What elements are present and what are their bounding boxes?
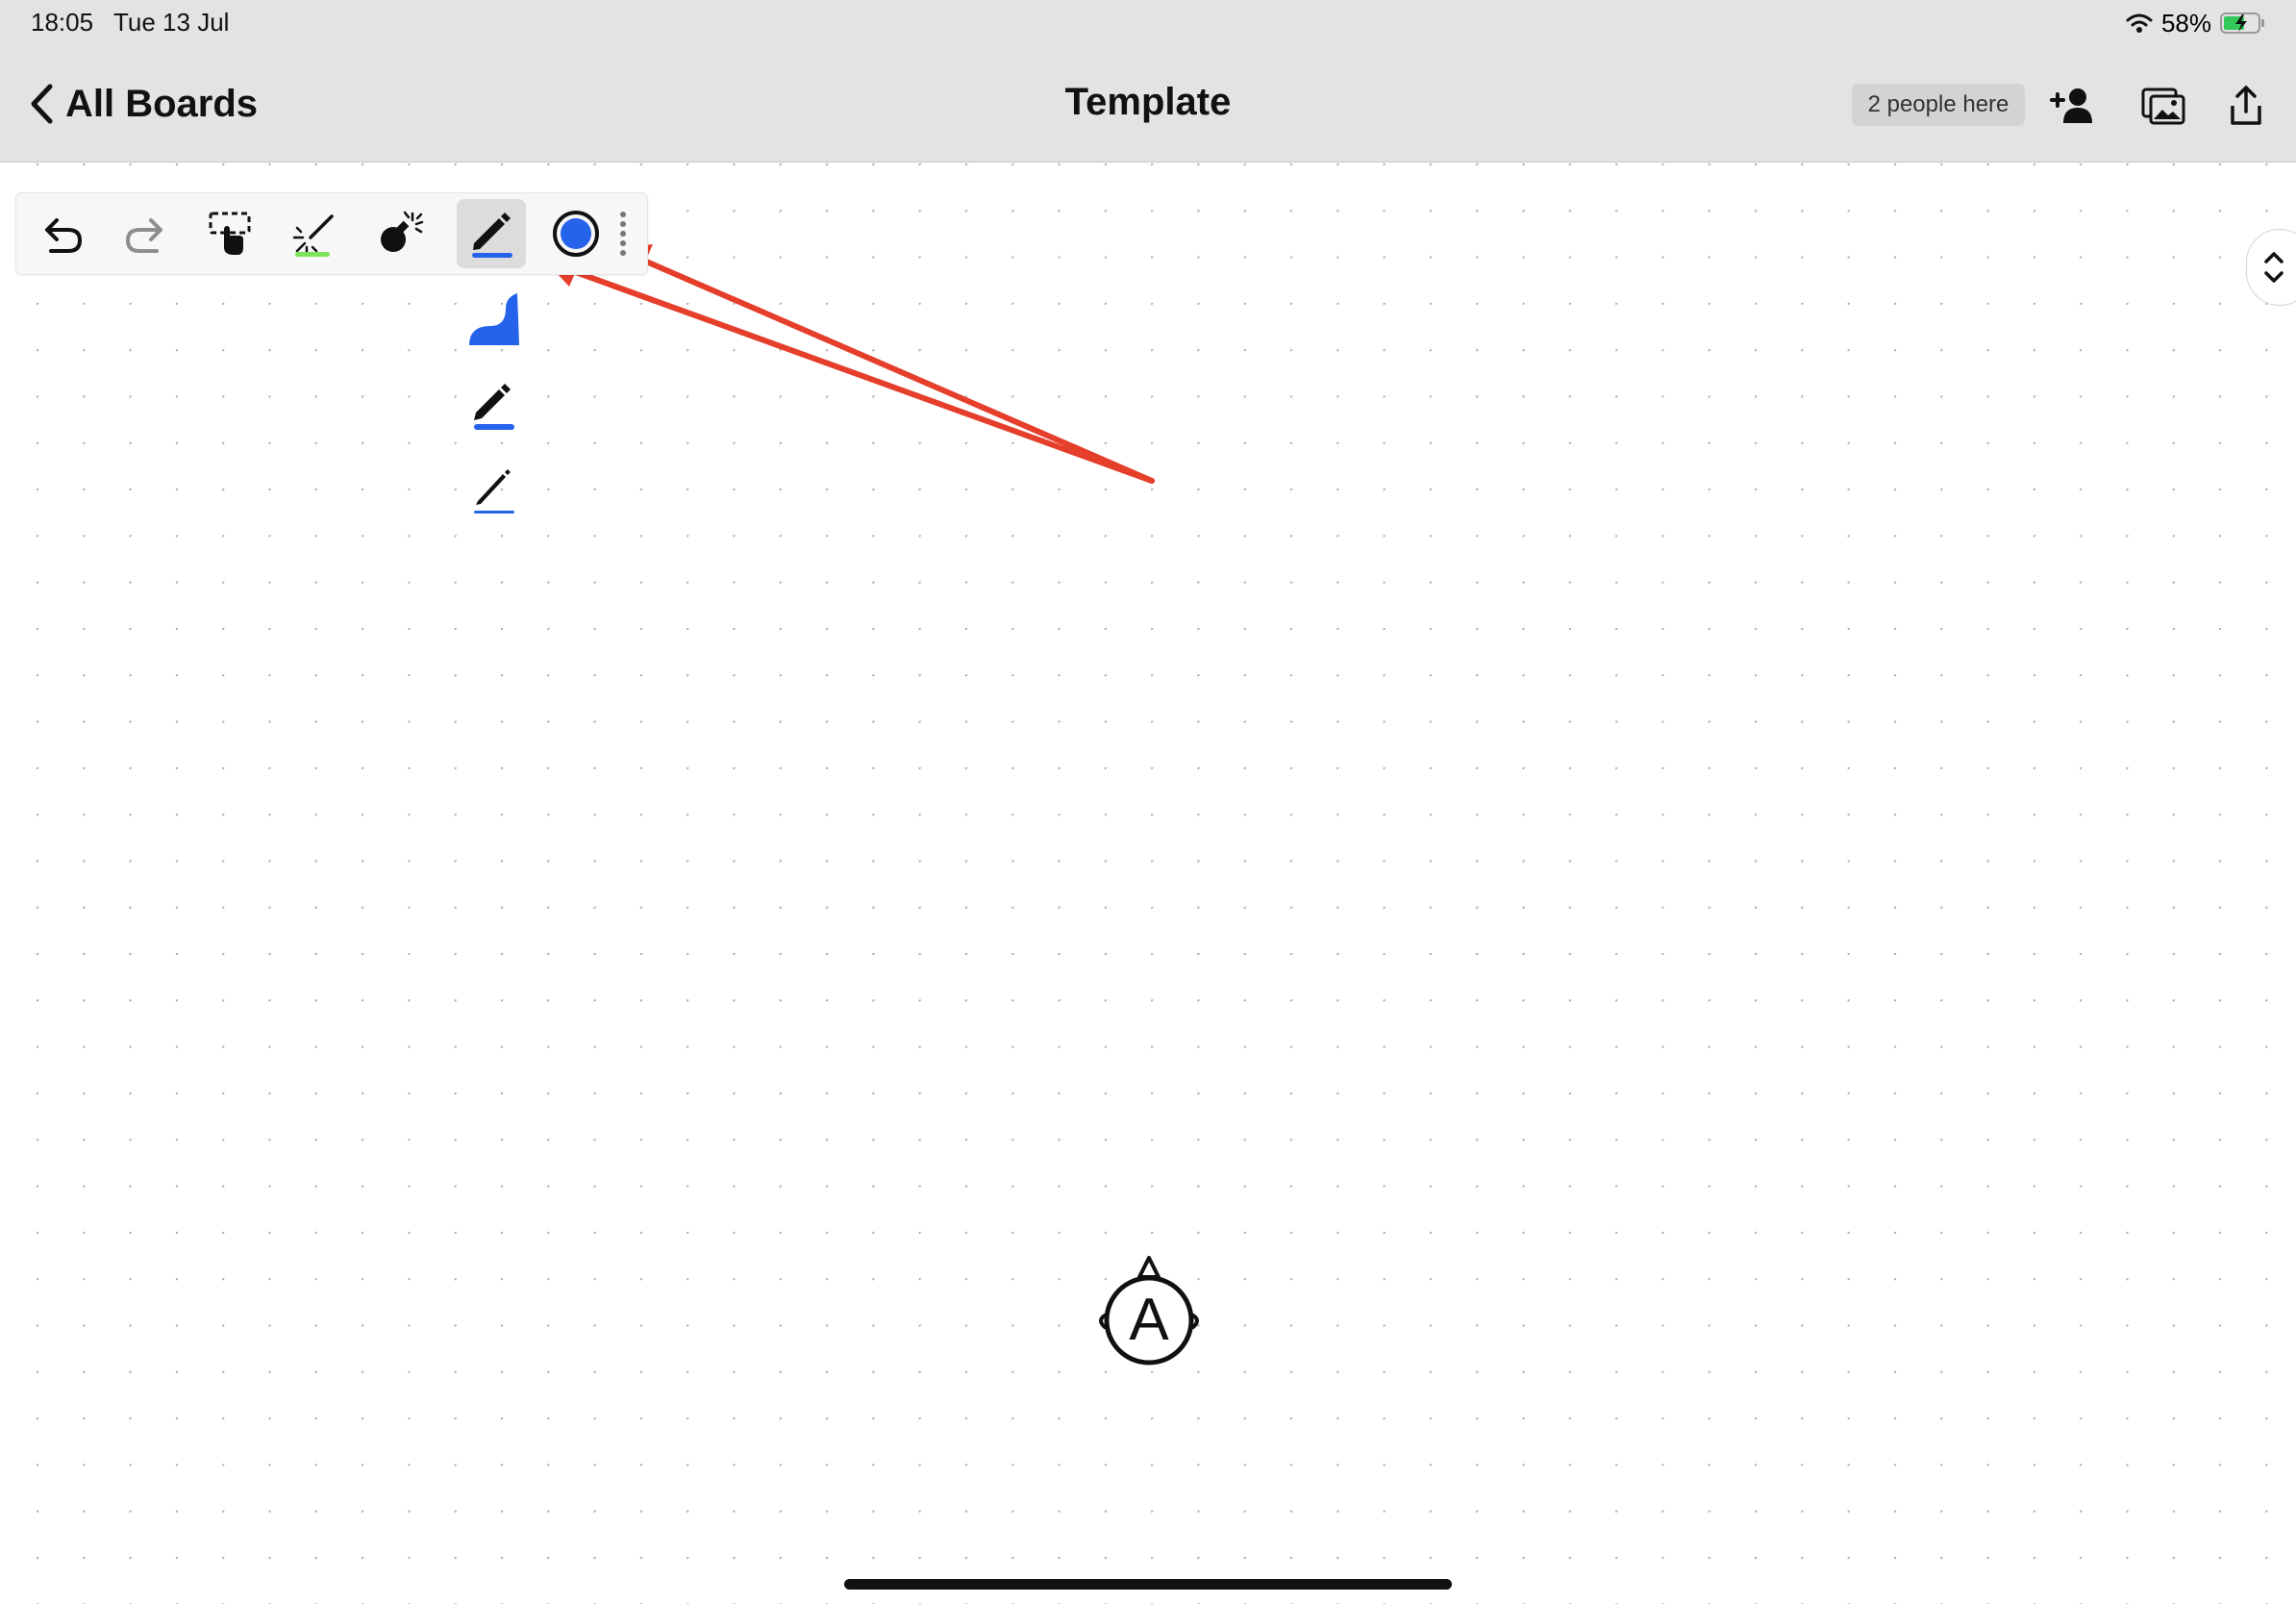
chevron-left-icon <box>31 84 53 124</box>
status-time: 18:05 <box>31 8 94 37</box>
fountain-pen-stroke-icon <box>469 293 519 345</box>
laser-pointer-icon <box>292 214 334 257</box>
redo-icon <box>125 218 162 253</box>
laser-pointer-button[interactable] <box>280 199 349 268</box>
people-badge[interactable]: 2 people here <box>1852 84 2025 126</box>
share-icon <box>2231 86 2261 125</box>
share-button[interactable] <box>2221 81 2271 131</box>
marker-stroke-icon <box>474 384 514 430</box>
lasso-select-button[interactable] <box>195 199 264 268</box>
status-date: Tue 13 Jul <box>113 8 230 37</box>
wifi-icon <box>2126 13 2153 33</box>
stroke-option-fountain[interactable] <box>460 285 527 352</box>
battery-percent: 58% <box>2160 8 2211 38</box>
color-picker-icon <box>553 211 599 257</box>
image-library-icon <box>2141 88 2185 125</box>
bomb-icon <box>381 211 424 252</box>
chevron-up-down-icon <box>2264 252 2284 283</box>
undo-icon <box>45 218 83 253</box>
stroke-option-fine[interactable] <box>460 456 527 523</box>
color-picker-button[interactable] <box>541 199 611 268</box>
more-icon <box>620 212 626 256</box>
collaborator-avatar[interactable]: A <box>1091 1250 1207 1371</box>
bomb-button[interactable] <box>364 199 434 268</box>
undo-button[interactable] <box>28 199 97 268</box>
fine-pen-stroke-icon <box>474 469 514 514</box>
avatar-icon: A <box>1099 1256 1199 1366</box>
status-indicators: 58% <box>2125 8 2267 38</box>
battery-charging-icon <box>2220 13 2264 34</box>
more-button[interactable] <box>609 199 637 268</box>
add-person-icon <box>2050 88 2092 123</box>
back-label: All Boards <box>65 82 259 125</box>
stroke-option-marker[interactable] <box>460 371 527 439</box>
lasso-select-icon <box>209 212 251 255</box>
pen-icon <box>472 213 512 258</box>
image-library-button[interactable] <box>2138 81 2188 131</box>
top-bar: 18:05 Tue 13 Jul 58% All Boards Template… <box>0 0 2296 163</box>
avatar-letter: A <box>1129 1287 1169 1353</box>
back-button[interactable]: All Boards <box>29 77 258 131</box>
add-person-button[interactable] <box>2048 81 2098 131</box>
redo-button[interactable] <box>111 199 180 268</box>
home-indicator[interactable] <box>844 1579 1452 1590</box>
board-canvas[interactable] <box>0 163 2296 1604</box>
drawing-toolbar <box>15 192 648 275</box>
pen-tool-button[interactable] <box>457 199 526 268</box>
side-panel-handle[interactable] <box>2246 229 2296 306</box>
